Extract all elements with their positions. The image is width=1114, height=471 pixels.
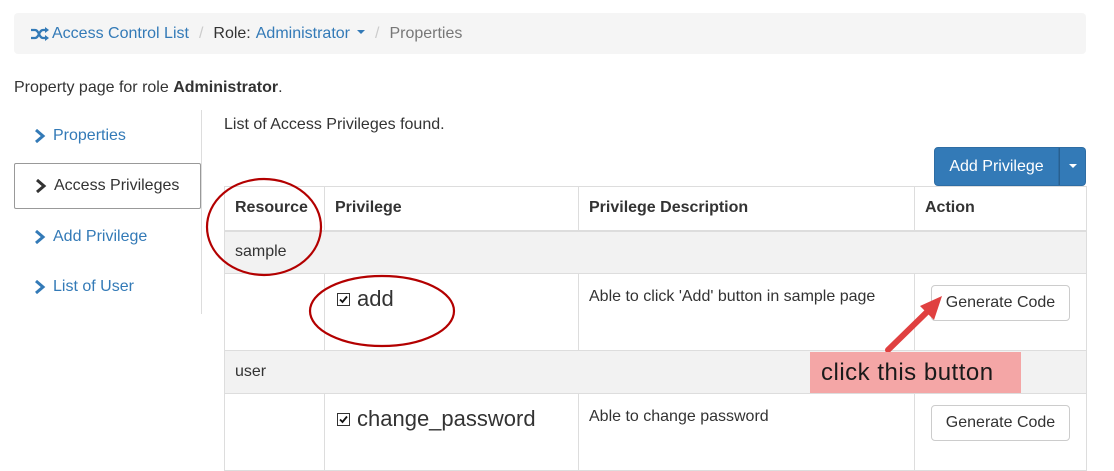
sidebar-item-label: Properties: [53, 127, 126, 144]
breadcrumb-separator: /: [375, 24, 380, 42]
privilege-cell: change_password: [324, 393, 579, 471]
generate-code-button[interactable]: Generate Code: [931, 285, 1070, 321]
resource-name: sample: [224, 230, 1087, 274]
column-header-privilege: Privilege: [324, 186, 579, 232]
resource-group-row: sample: [224, 230, 1087, 274]
intro-role-name: Administrator: [173, 79, 279, 96]
generate-code-button[interactable]: Generate Code: [931, 405, 1070, 441]
breadcrumb-current: Properties: [389, 24, 463, 42]
sidebar-item-label: List of User: [53, 278, 134, 295]
page-intro: Property page for role Administrator.: [14, 79, 283, 97]
sidebar-item-list-of-user[interactable]: List of User: [14, 264, 202, 310]
sidebar-item-properties[interactable]: Properties: [14, 113, 202, 159]
sidebar-item-add-privilege[interactable]: Add Privilege: [14, 214, 202, 260]
breadcrumb-separator: /: [198, 24, 204, 42]
check-icon: [339, 295, 348, 303]
privilege-description: Able to click 'Add' button in sample pag…: [578, 273, 915, 351]
privilege-checkbox[interactable]: [337, 292, 350, 306]
role-dropdown[interactable]: Administrator: [256, 25, 365, 43]
role-dropdown-label: Administrator: [255, 24, 350, 42]
shuffle-icon[interactable]: [30, 26, 50, 42]
empty-resource-cell: [224, 393, 325, 471]
breadcrumb: Access Control List / Role: Administrato…: [14, 13, 1086, 54]
table-row: change_password Able to change password …: [224, 393, 1087, 471]
empty-resource-cell: [224, 273, 325, 351]
intro-suffix: .: [278, 79, 283, 96]
add-privilege-dropdown-toggle[interactable]: [1059, 147, 1086, 186]
column-header-action: Action: [914, 186, 1087, 232]
privilege-name: add: [357, 286, 394, 311]
action-cell: Generate Code: [914, 393, 1087, 471]
side-nav: Properties Access Privileges Add Privile…: [14, 110, 202, 314]
privilege-name: change_password: [357, 406, 536, 431]
sidebar-item-label: Add Privilege: [53, 228, 148, 245]
chevron-right-icon: [34, 129, 46, 143]
privilege-item: change_password: [335, 406, 568, 432]
callout-label: click this button: [810, 352, 1021, 393]
add-privilege-split-button: Add Privilege: [934, 147, 1086, 186]
table-header-row: Resource Privilege Privilege Description…: [224, 186, 1087, 232]
privileges-table: Resource Privilege Privilege Description…: [224, 186, 1087, 471]
privilege-description: Able to change password: [578, 393, 915, 471]
chevron-right-icon: [34, 230, 46, 244]
action-cell: Generate Code: [914, 273, 1087, 351]
breadcrumb-home-link[interactable]: Access Control List: [52, 25, 189, 43]
chevron-right-icon: [34, 280, 46, 294]
add-privilege-button[interactable]: Add Privilege: [934, 147, 1059, 186]
sidebar-item-label: Access Privileges: [54, 177, 180, 194]
privilege-checkbox[interactable]: [337, 412, 350, 426]
section-heading: List of Access Privileges found.: [224, 116, 445, 133]
table-row: add Able to click 'Add' button in sample…: [224, 273, 1087, 351]
check-icon: [339, 415, 348, 423]
caret-down-icon: [357, 30, 365, 35]
sidebar-item-access-privileges[interactable]: Access Privileges: [14, 163, 201, 209]
column-header-resource: Resource: [224, 186, 325, 232]
privilege-cell: add: [324, 273, 579, 351]
intro-prefix: Property page for role: [14, 79, 174, 96]
privilege-item: add: [335, 286, 568, 312]
column-header-description: Privilege Description: [578, 186, 915, 232]
breadcrumb-role-label: Role:: [213, 24, 251, 42]
caret-down-icon: [1068, 163, 1077, 168]
chevron-right-icon: [35, 179, 47, 193]
